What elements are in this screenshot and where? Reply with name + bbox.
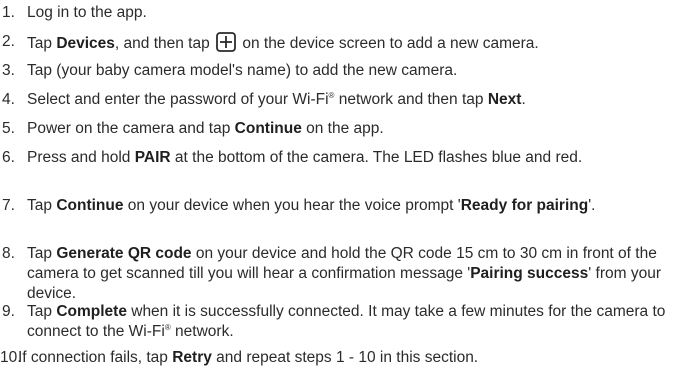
step-number: 6. bbox=[2, 149, 15, 166]
retry-term: Retry bbox=[172, 349, 212, 366]
generate-qr-code-term: Generate QR code bbox=[56, 245, 192, 262]
step-number: 5. bbox=[2, 120, 15, 137]
next-term: Next bbox=[487, 91, 522, 108]
step-text: Power on the camera and tap Continue on … bbox=[27, 120, 384, 137]
step-text: Log in to the app. bbox=[27, 4, 147, 21]
step-number: 7. bbox=[2, 197, 15, 214]
step-number: 1. bbox=[2, 4, 15, 21]
add-square-icon bbox=[216, 32, 236, 52]
complete-term: Complete bbox=[56, 303, 127, 320]
step-text: Tap Continue on your device when you hea… bbox=[27, 197, 596, 214]
continue-term: Continue bbox=[234, 120, 302, 137]
step-text: If connection fails, tap Retry and repea… bbox=[18, 349, 479, 366]
step-text: Select and enter the password of your Wi… bbox=[27, 91, 526, 108]
step-text: Press and hold PAIR at the bottom of the… bbox=[27, 149, 583, 166]
ready-for-pairing-term: Ready for pairing bbox=[460, 197, 589, 214]
step-number: 3. bbox=[2, 62, 15, 79]
continue-term: Continue bbox=[56, 197, 124, 214]
pairing-success-term: Pairing success bbox=[470, 265, 589, 282]
pair-term: PAIR bbox=[134, 149, 171, 166]
step-number: 8. bbox=[2, 245, 15, 262]
step-number: 9. bbox=[2, 303, 15, 320]
step-text: Tap Complete when it is successfully con… bbox=[27, 303, 666, 340]
setup-steps-list: 1. Log in to the app. 2. Tap Devices, an… bbox=[0, 0, 682, 370]
step-text: Tap (your baby camera model's name) to a… bbox=[27, 62, 458, 79]
step-number: 4. bbox=[2, 91, 15, 108]
step-text: Tap Devices, and then tap on the device … bbox=[27, 32, 677, 54]
step-text: Tap Generate QR code on your device and … bbox=[27, 245, 661, 302]
step-number: 2. bbox=[2, 33, 15, 50]
devices-term: Devices bbox=[56, 35, 115, 52]
